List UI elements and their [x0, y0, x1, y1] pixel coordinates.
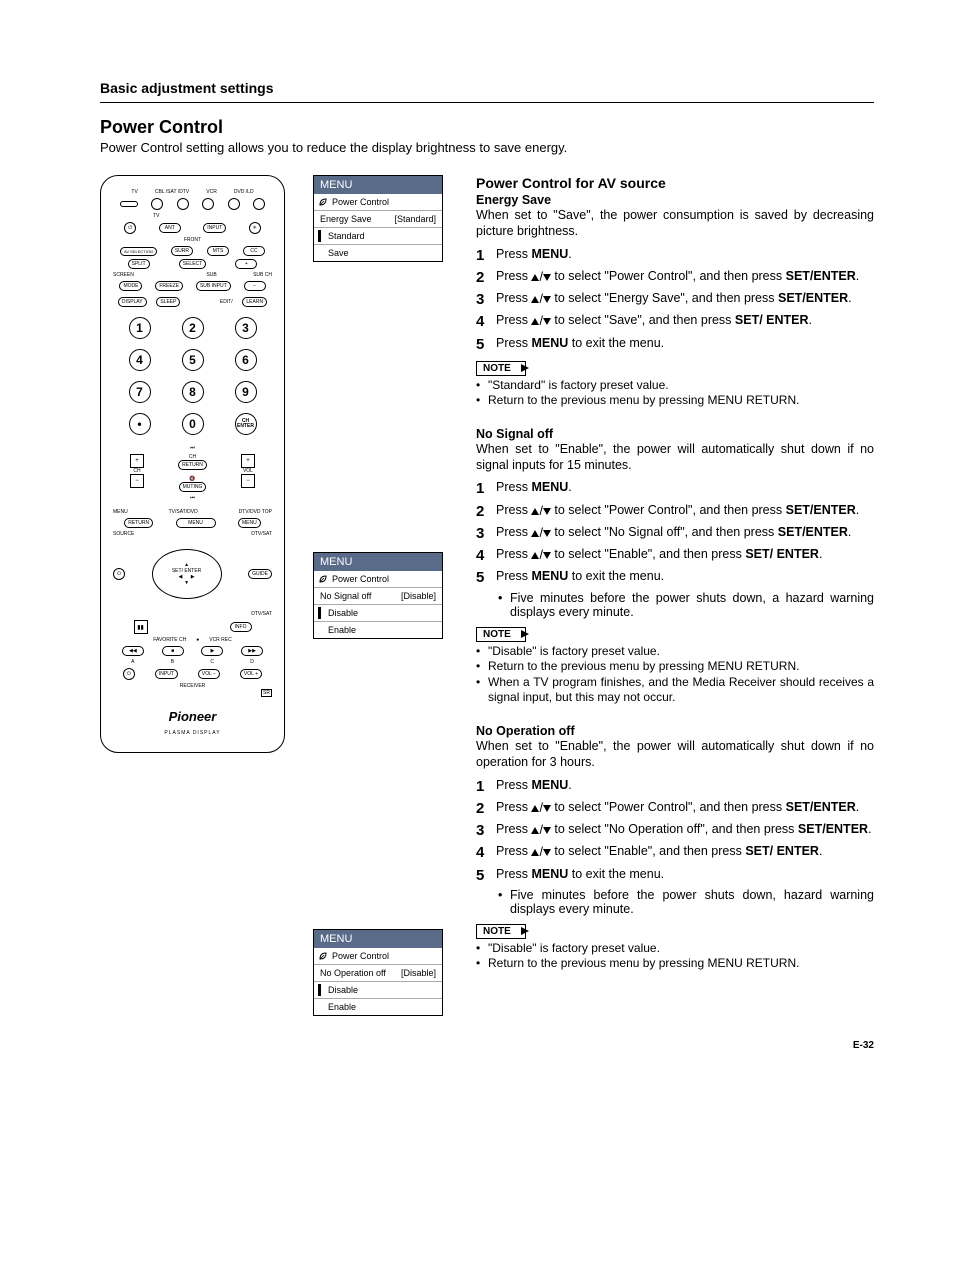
step-item: 4Press / to select "Save", and then pres…: [476, 312, 874, 332]
step-list: 1Press MENU. 2Press / to select "Power Co…: [476, 479, 874, 588]
up-down-icon: /: [531, 291, 550, 308]
subsection-desc: When set to "Save", the power consumptio…: [476, 207, 874, 240]
up-down-icon: /: [531, 313, 550, 330]
intro-text: Power Control setting allows you to redu…: [100, 140, 874, 155]
menu-option: Standard: [314, 228, 442, 245]
up-down-icon: /: [531, 269, 550, 286]
up-down-icon: /: [531, 503, 550, 520]
note-item: Return to the previous menu by pressing …: [476, 393, 874, 409]
note-item: "Disable" is factory preset value.: [476, 644, 874, 660]
note-label: NOTE: [476, 627, 526, 642]
note-item: Return to the previous menu by pressing …: [476, 956, 874, 972]
menu-option: Disable: [314, 605, 442, 622]
up-down-icon: /: [531, 844, 550, 861]
step-item: 3Press / to select "Energy Save", and th…: [476, 290, 874, 310]
up-down-icon: /: [531, 525, 550, 542]
step-item: 4Press / to select "Enable", and then pr…: [476, 843, 874, 863]
step-item: 5Press MENU to exit the menu.: [476, 335, 874, 355]
step-item: 3Press / to select "No Operation off", a…: [476, 821, 874, 841]
note-list: "Disable" is factory preset value.Return…: [476, 644, 874, 706]
menu-header: MENU: [314, 553, 442, 571]
note-label: NOTE: [476, 924, 526, 939]
page-title: Power Control: [100, 117, 874, 138]
menu-option: Enable: [314, 622, 442, 638]
menu-option: Enable: [314, 999, 442, 1015]
step-item: 4Press / to select "Enable", and then pr…: [476, 546, 874, 566]
leaf-icon: [318, 574, 328, 584]
menu-current-item: No Operation off[Disable]: [314, 965, 442, 982]
menu-breadcrumb: Power Control: [314, 948, 442, 965]
leaf-icon: [318, 197, 328, 207]
note-list: "Standard" is factory preset value.Retur…: [476, 378, 874, 409]
step-item: 1Press MENU.: [476, 246, 874, 266]
subsection-title: No Operation off: [476, 724, 874, 738]
section-av-title: Power Control for AV source: [476, 175, 874, 191]
menu-current-item: No Signal off[Disable]: [314, 588, 442, 605]
brand-logo: Pioneer: [113, 709, 272, 724]
menu-header: MENU: [314, 930, 442, 948]
step-item: 2Press / to select "Power Control", and …: [476, 268, 874, 288]
step-item: 1Press MENU.: [476, 777, 874, 797]
note-item: Return to the previous menu by pressing …: [476, 659, 874, 675]
section-header: Basic adjustment settings: [100, 80, 874, 103]
menu-breadcrumb: Power Control: [314, 571, 442, 588]
menu-box: MENUPower ControlEnergy Save[Standard]St…: [313, 175, 443, 262]
section-title: Basic adjustment settings: [100, 80, 874, 96]
subsection-title: No Signal off: [476, 427, 874, 441]
subsection-desc: When set to "Enable", the power will aut…: [476, 441, 874, 474]
menu-option: Save: [314, 245, 442, 261]
step-item: 5Press MENU to exit the menu.: [476, 568, 874, 588]
menu-breadcrumb: Power Control: [314, 194, 442, 211]
menu-option: Disable: [314, 982, 442, 999]
step-list: 1Press MENU.2Press / to select "Power Co…: [476, 246, 874, 355]
step-item: 2Press / to select "Power Control", and …: [476, 799, 874, 819]
subsection-desc: When set to "Enable", the power will aut…: [476, 738, 874, 771]
up-down-icon: /: [531, 547, 550, 564]
remote-control-diagram: TVCBL /SAT /DTVVCRDVD /LD TV ⏻ANTINPUT☀ …: [100, 175, 285, 753]
menu-current-item: Energy Save[Standard]: [314, 211, 442, 228]
step-sub-bullet: Five minutes before the power shuts down…: [476, 591, 874, 619]
up-down-icon: /: [531, 822, 550, 839]
menu-header: MENU: [314, 176, 442, 194]
step-item: 1Press MENU.: [476, 479, 874, 499]
note-list: "Disable" is factory preset value.Return…: [476, 941, 874, 972]
up-down-icon: /: [531, 800, 550, 817]
step-item: 3Press / to select "No Signal off", and …: [476, 524, 874, 544]
page-number: E-32: [100, 1040, 874, 1051]
note-item: "Standard" is factory preset value.: [476, 378, 874, 394]
menu-box: MENUPower ControlNo Signal off[Disable]D…: [313, 552, 443, 639]
step-item: 5Press MENU to exit the menu.: [476, 866, 874, 886]
note-label: NOTE: [476, 361, 526, 376]
step-item: 2Press / to select "Power Control", and …: [476, 502, 874, 522]
subsection-title: Energy Save: [476, 193, 874, 207]
note-item: When a TV program finishes, and the Medi…: [476, 675, 874, 706]
menu-box: MENUPower ControlNo Operation off[Disabl…: [313, 929, 443, 1016]
step-list: 1Press MENU.2Press / to select "Power Co…: [476, 777, 874, 886]
step-sub-bullet: Five minutes before the power shuts down…: [476, 888, 874, 916]
leaf-icon: [318, 951, 328, 961]
note-item: "Disable" is factory preset value.: [476, 941, 874, 957]
